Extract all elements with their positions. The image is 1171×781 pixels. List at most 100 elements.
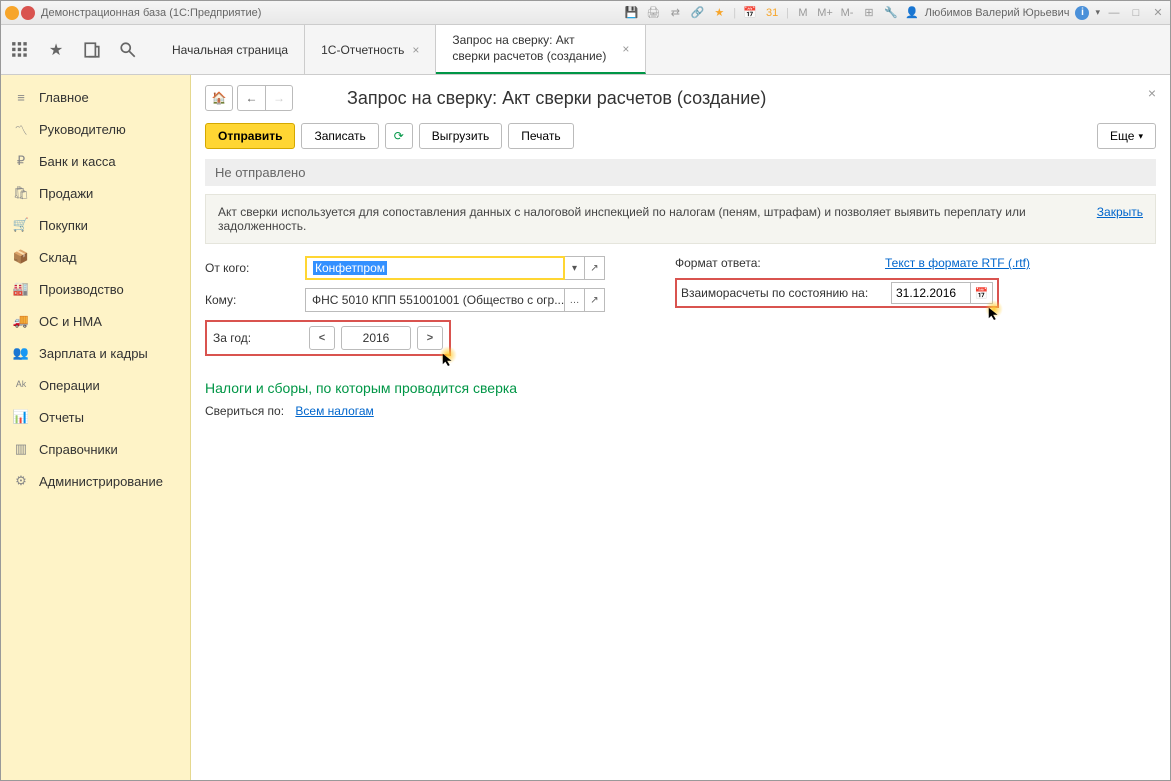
- year-highlight-box: За год: < 2016 >: [205, 320, 451, 356]
- window-title: Демонстрационная база (1С:Предприятие): [41, 7, 623, 19]
- sidebar-item-directories[interactable]: ▥Справочники: [1, 433, 190, 465]
- sidebar-label: Зарплата и кадры: [39, 346, 148, 361]
- info-box: Акт сверки используется для сопоставлени…: [205, 194, 1156, 244]
- dropdown-icon[interactable]: ▾: [565, 256, 585, 280]
- send-button[interactable]: Отправить: [205, 123, 295, 149]
- form-area: От кого: Конфетпром ▾ ↗ Кому: ФНС 5010 К…: [205, 256, 1156, 364]
- sidebar-item-main[interactable]: ≡Главное: [1, 81, 190, 113]
- format-link[interactable]: Текст в формате RTF (.rtf): [885, 256, 1030, 270]
- form-row-year: За год: < 2016 >: [205, 320, 625, 356]
- home-button[interactable]: 🏠: [205, 85, 233, 111]
- asof-date-input[interactable]: [891, 282, 971, 304]
- people-icon: 👥: [13, 345, 29, 361]
- refresh-button[interactable]: ⟳: [385, 123, 413, 149]
- open-icon[interactable]: ↗: [585, 256, 605, 280]
- sidebar-label: Банк и касса: [39, 154, 116, 169]
- form-col-right: Формат ответа: Текст в формате RTF (.rtf…: [675, 256, 1030, 364]
- sidebar-label: Главное: [39, 90, 89, 105]
- tab-1c-reporting[interactable]: 1С-Отчетность ×: [305, 25, 436, 74]
- m-btn[interactable]: M: [795, 5, 811, 21]
- form-row-format: Формат ответа: Текст в формате RTF (.rtf…: [675, 256, 1030, 270]
- back-button[interactable]: ←: [237, 85, 265, 111]
- year-next-button[interactable]: >: [417, 326, 443, 350]
- sidebar-item-sales[interactable]: 🛍Продажи: [1, 177, 190, 209]
- m-plus-btn[interactable]: M+: [817, 5, 833, 21]
- calendar-button[interactable]: 📅: [971, 282, 993, 304]
- layout-icon[interactable]: ⊞: [861, 5, 877, 21]
- maximize-btn[interactable]: □: [1128, 5, 1144, 21]
- sidebar-item-purchases[interactable]: 🛒 Покупки: [1, 209, 190, 241]
- to-input[interactable]: ФНС 5010 КПП 551001001 (Общество с огр..…: [305, 288, 565, 312]
- tab-label: Начальная страница: [172, 43, 288, 57]
- year-value[interactable]: 2016: [341, 326, 411, 350]
- chart-icon: 〽: [13, 121, 29, 137]
- sidebar-label: Отчеты: [39, 410, 84, 425]
- info-close-link[interactable]: Закрыть: [1097, 205, 1143, 219]
- history-icon[interactable]: [83, 41, 101, 59]
- cart-icon: 🛒: [13, 217, 29, 233]
- report-icon: 📊: [13, 409, 29, 425]
- sidebar-item-operations[interactable]: ᴬᵏОперации: [1, 369, 190, 401]
- ops-icon: ᴬᵏ: [13, 377, 29, 393]
- link-icon[interactable]: 🔗: [689, 5, 705, 21]
- sidebar-label: Администрирование: [39, 474, 163, 489]
- asof-label: Взаиморасчеты по состоянию на:: [681, 286, 891, 300]
- minimize-btn[interactable]: —: [1106, 5, 1122, 21]
- year-prev-button[interactable]: <: [309, 326, 335, 350]
- sidebar-item-bank[interactable]: ₽Банк и касса: [1, 145, 190, 177]
- print-button[interactable]: Печать: [508, 123, 573, 149]
- window-titlebar: Демонстрационная база (1С:Предприятие) 💾…: [1, 1, 1170, 25]
- calendar-icon[interactable]: 31: [764, 5, 780, 21]
- sidebar-label: Производство: [39, 282, 124, 297]
- tab-start-page[interactable]: Начальная страница: [156, 25, 305, 74]
- m-minus-btn[interactable]: M-: [839, 5, 855, 21]
- calc-icon[interactable]: 📅: [742, 5, 758, 21]
- compare-icon[interactable]: ⇄: [667, 5, 683, 21]
- apps-icon[interactable]: [11, 41, 29, 59]
- tab-close-icon[interactable]: ×: [622, 42, 629, 56]
- asof-highlight-box: Взаиморасчеты по состоянию на: 📅: [675, 278, 999, 308]
- save-button[interactable]: Записать: [301, 123, 378, 149]
- sidebar-item-reports[interactable]: 📊 Отчеты: [1, 401, 190, 433]
- info-icon[interactable]: i: [1075, 6, 1089, 20]
- open-icon[interactable]: ↗: [585, 288, 605, 312]
- section-title: Налоги и сборы, по которым проводится св…: [205, 380, 1156, 396]
- tab-label: Запрос на сверку: Акт сверки расчетов (с…: [452, 33, 614, 64]
- sidebar-label: Покупки: [39, 218, 88, 233]
- sidebar-item-production[interactable]: 🏭Производство: [1, 273, 190, 305]
- gear-icon: ⚙: [13, 473, 29, 489]
- from-input[interactable]: Конфетпром: [305, 256, 565, 280]
- status-bar: Не отправлено: [205, 159, 1156, 186]
- save-icon[interactable]: 💾: [623, 5, 639, 21]
- tab-close-icon[interactable]: ×: [412, 43, 419, 57]
- sidebar-item-manager[interactable]: 〽Руководителю: [1, 113, 190, 145]
- tab-reconciliation-request[interactable]: Запрос на сверку: Акт сверки расчетов (с…: [436, 25, 646, 74]
- wrench-icon[interactable]: 🔧: [883, 5, 899, 21]
- book-icon: ▥: [13, 441, 29, 457]
- more-button[interactable]: Еще▾: [1097, 123, 1156, 149]
- form-col-left: От кого: Конфетпром ▾ ↗ Кому: ФНС 5010 К…: [205, 256, 625, 364]
- app-icon-db: [21, 6, 35, 20]
- refresh-icon: ⟳: [394, 129, 404, 143]
- section-check-row: Свериться по: Всем налогам: [205, 404, 1156, 418]
- print-icon[interactable]: 🖨: [645, 5, 661, 21]
- search-icon[interactable]: [119, 41, 137, 59]
- check-label: Свериться по:: [205, 404, 284, 418]
- ellipsis-icon[interactable]: …: [565, 288, 585, 312]
- sidebar-item-assets[interactable]: 🚚ОС и НМА: [1, 305, 190, 337]
- star-icon[interactable]: ★: [711, 5, 727, 21]
- sidebar-item-admin[interactable]: ⚙ Администрирование: [1, 465, 190, 497]
- favorite-icon[interactable]: ★: [47, 41, 65, 59]
- close-page-icon[interactable]: ×: [1148, 85, 1156, 101]
- check-link[interactable]: Всем налогам: [295, 404, 373, 418]
- forward-button[interactable]: →: [265, 85, 293, 111]
- nav-row: 🏠 ← → Запрос на сверку: Акт сверки расче…: [205, 85, 1156, 111]
- export-button[interactable]: Выгрузить: [419, 123, 503, 149]
- app-icon-1c: [5, 6, 19, 20]
- sidebar-item-payroll[interactable]: 👥 Зарплата и кадры: [1, 337, 190, 369]
- titlebar-right: 💾 🖨 ⇄ 🔗 ★ | 📅 31 | M M+ M- ⊞ 🔧 👤 Любимов…: [623, 5, 1166, 21]
- close-window-btn[interactable]: ✕: [1150, 5, 1166, 21]
- sidebar-label: Склад: [39, 250, 77, 265]
- sidebar-label: Продажи: [39, 186, 93, 201]
- sidebar-item-warehouse[interactable]: 📦Склад: [1, 241, 190, 273]
